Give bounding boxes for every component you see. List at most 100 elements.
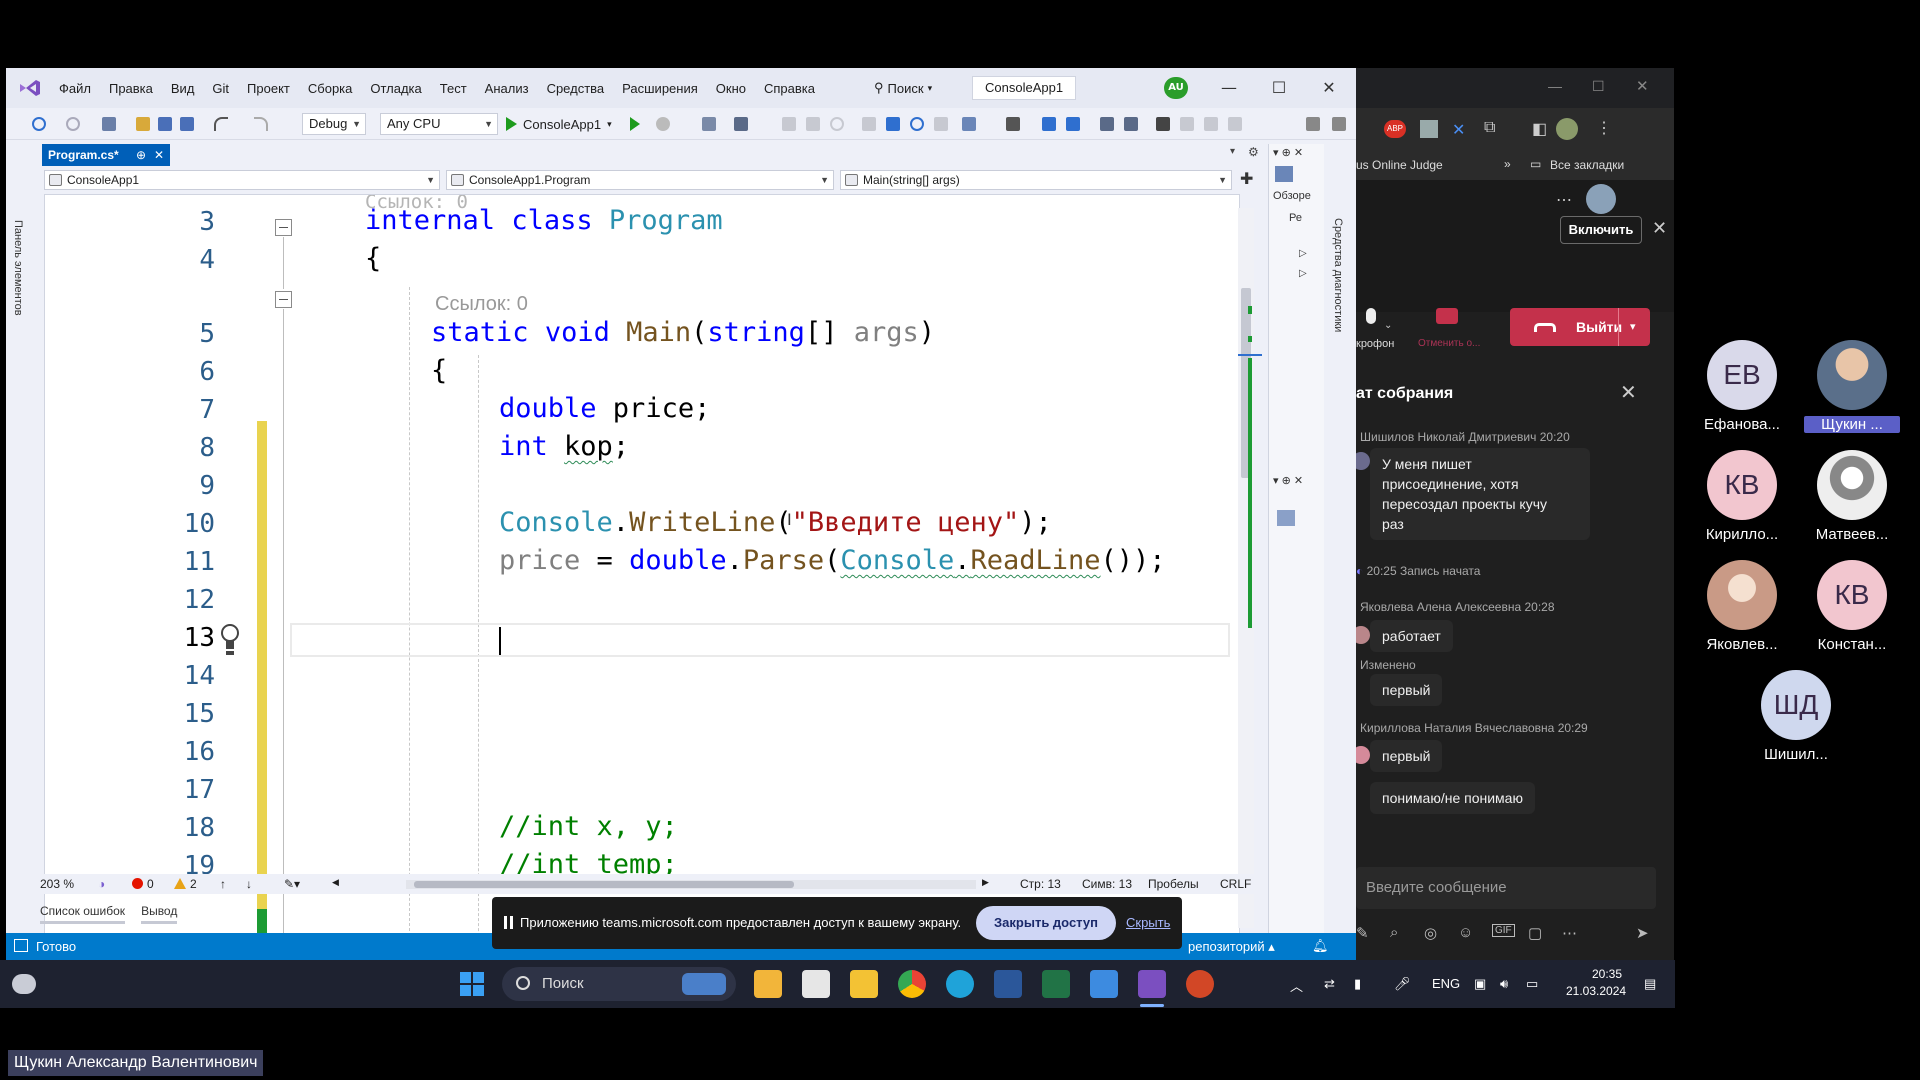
stop-share-icon[interactable] bbox=[1436, 308, 1458, 324]
weather-icon[interactable] bbox=[12, 974, 36, 994]
back-icon[interactable] bbox=[32, 117, 46, 131]
tab-overflow-icon[interactable]: ▾ bbox=[1230, 146, 1235, 157]
open-folder-icon[interactable] bbox=[136, 117, 150, 131]
panel-menu-icon[interactable]: ▾ ⊕ ✕ bbox=[1273, 474, 1303, 487]
all-bookmarks-link[interactable]: Все закладки bbox=[1550, 158, 1624, 172]
emoji-icon[interactable]: ☺ bbox=[1458, 924, 1473, 941]
visual-studio-taskbar-icon[interactable] bbox=[1138, 970, 1166, 998]
message-input[interactable]: Введите сообщение bbox=[1356, 867, 1656, 909]
hex-icon[interactable] bbox=[962, 117, 976, 131]
participant-tile[interactable]: Яковлев... bbox=[1694, 560, 1790, 653]
step-into-icon[interactable] bbox=[886, 117, 900, 131]
error-count[interactable]: 0 bbox=[132, 877, 154, 891]
zoom-level[interactable]: 203 % bbox=[40, 877, 74, 891]
sync-icon[interactable] bbox=[1275, 166, 1293, 182]
widgets-icon[interactable] bbox=[754, 970, 782, 998]
arrow-up-icon[interactable]: ↑ bbox=[220, 877, 226, 891]
puzzle-icon[interactable]: ⧉ bbox=[1484, 119, 1495, 137]
extension-icon[interactable] bbox=[1420, 120, 1438, 138]
menu-git[interactable]: Git bbox=[203, 81, 238, 96]
copilot-icon[interactable]: ◑ bbox=[98, 877, 105, 891]
profile-avatar[interactable] bbox=[1556, 118, 1578, 140]
layout-icon[interactable] bbox=[734, 117, 748, 131]
diagnostic-tools-tab[interactable]: Средства диагностики bbox=[1332, 218, 1344, 332]
menu-project[interactable]: Проект bbox=[238, 81, 299, 96]
member-dropdown[interactable]: Main(string[] args) ▼ bbox=[840, 170, 1232, 190]
volume-icon[interactable]: 🔊︎ bbox=[1500, 976, 1508, 992]
powerpoint-icon[interactable] bbox=[1186, 970, 1214, 998]
comment-icon[interactable] bbox=[1006, 117, 1020, 131]
menu-test[interactable]: Тест bbox=[431, 81, 476, 96]
minimize-icon[interactable]: — bbox=[1548, 78, 1562, 94]
menu-extensions[interactable]: Расширения bbox=[613, 81, 707, 96]
brush-icon[interactable]: ✎▾ bbox=[284, 877, 300, 891]
undo-icon[interactable] bbox=[214, 117, 228, 131]
tree-expand-icon[interactable]: ▷ bbox=[1299, 248, 1307, 259]
browse-icon[interactable] bbox=[702, 117, 716, 131]
send-icon[interactable]: ➤ bbox=[1636, 924, 1649, 942]
scrollbar-thumb[interactable] bbox=[414, 881, 794, 888]
vertical-scrollbar[interactable] bbox=[1238, 208, 1262, 928]
line-ending[interactable]: CRLF bbox=[1220, 877, 1251, 891]
leave-meeting-button[interactable]: Выйти ▾ bbox=[1510, 308, 1650, 346]
participant-tile[interactable]: Щукин ... bbox=[1804, 340, 1900, 433]
stop-sharing-button[interactable]: Закрыть доступ bbox=[976, 906, 1116, 940]
arrow-down-icon[interactable]: ↓ bbox=[246, 877, 252, 891]
monitor-icon[interactable]: ▣ bbox=[1474, 976, 1486, 992]
input-language[interactable]: ENG bbox=[1432, 976, 1460, 991]
save-icon[interactable] bbox=[158, 117, 172, 131]
chevron-up-icon[interactable]: ︿ bbox=[1290, 976, 1303, 995]
close-icon[interactable]: ✕ bbox=[1652, 218, 1667, 239]
close-icon[interactable]: ✕ bbox=[1636, 77, 1649, 95]
redo-icon[interactable] bbox=[254, 117, 268, 131]
edge-icon[interactable] bbox=[946, 970, 974, 998]
prev-bookmark-icon[interactable] bbox=[1180, 117, 1194, 131]
file-explorer-icon[interactable] bbox=[850, 970, 878, 998]
format-icon[interactable] bbox=[1100, 117, 1114, 131]
add-split-icon[interactable]: ✚ bbox=[1240, 169, 1253, 188]
save-all-icon[interactable] bbox=[180, 117, 194, 131]
start-debug-button[interactable]: ConsoleApp1 ▾ bbox=[506, 113, 612, 135]
close-icon[interactable]: ✕ bbox=[154, 144, 164, 166]
config-select[interactable]: Debug ▼ bbox=[302, 113, 366, 135]
participant-tile[interactable]: КВ Констан... bbox=[1804, 560, 1900, 653]
more-options-icon[interactable]: ⋯ bbox=[1562, 924, 1577, 942]
class-dropdown[interactable]: ConsoleApp1.Program ▼ bbox=[446, 170, 834, 190]
maximize-icon[interactable]: ☐ bbox=[1256, 74, 1302, 102]
outdent-icon[interactable] bbox=[1066, 117, 1080, 131]
translate-icon[interactable]: ✕ bbox=[1452, 120, 1465, 140]
add-to-repo-button[interactable]: репозиторий ▴ bbox=[1188, 939, 1275, 955]
menu-edit[interactable]: Правка bbox=[100, 81, 162, 96]
vs-search-button[interactable]: ⚲ Поиск ▾ bbox=[874, 76, 932, 100]
new-project-icon[interactable] bbox=[102, 117, 116, 131]
forward-icon[interactable] bbox=[66, 117, 80, 131]
network-sharing-icon[interactable]: ⇄ bbox=[1324, 976, 1335, 992]
tree-expand-icon[interactable]: ▷ bbox=[1299, 268, 1307, 279]
tab-program-cs[interactable]: Program.cs* ⊕ ✕ bbox=[42, 144, 170, 166]
stop-icon[interactable] bbox=[806, 117, 820, 131]
gif-icon[interactable]: GIF bbox=[1492, 924, 1515, 937]
more-menu-icon[interactable]: ⋮ bbox=[1596, 118, 1612, 138]
menu-window[interactable]: Окно bbox=[707, 81, 755, 96]
format-icon[interactable]: ✎ bbox=[1356, 924, 1369, 942]
enable-button[interactable]: Включить bbox=[1560, 216, 1642, 244]
pause-icon[interactable] bbox=[782, 117, 796, 131]
hide-share-bar-link[interactable]: Скрыть bbox=[1126, 915, 1170, 930]
bookmarks-overflow-icon[interactable]: » bbox=[1504, 157, 1511, 171]
participant-tile[interactable]: КВ Кирилло... bbox=[1694, 450, 1790, 543]
taskbar-search[interactable]: Поиск bbox=[502, 967, 736, 1001]
my-avatar[interactable] bbox=[1586, 184, 1616, 214]
menu-help[interactable]: Справка bbox=[755, 81, 824, 96]
user-avatar[interactable]: AU bbox=[1164, 77, 1188, 99]
menu-build[interactable]: Сборка bbox=[299, 81, 362, 96]
loop-icon[interactable]: ◎ bbox=[1424, 924, 1437, 942]
step-out-icon[interactable] bbox=[934, 117, 948, 131]
chevron-down-icon[interactable]: ⌄ bbox=[1384, 320, 1392, 331]
platform-select[interactable]: Any CPU ▼ bbox=[380, 113, 498, 135]
close-icon[interactable]: ✕ bbox=[1306, 74, 1352, 102]
chrome-icon[interactable] bbox=[898, 970, 926, 998]
minimize-icon[interactable]: — bbox=[1206, 74, 1252, 102]
taskbar-clock[interactable]: 20:35 21.03.2024 bbox=[1566, 966, 1626, 1000]
microphone-icon[interactable] bbox=[1366, 308, 1376, 324]
hot-reload-icon[interactable] bbox=[656, 117, 670, 131]
